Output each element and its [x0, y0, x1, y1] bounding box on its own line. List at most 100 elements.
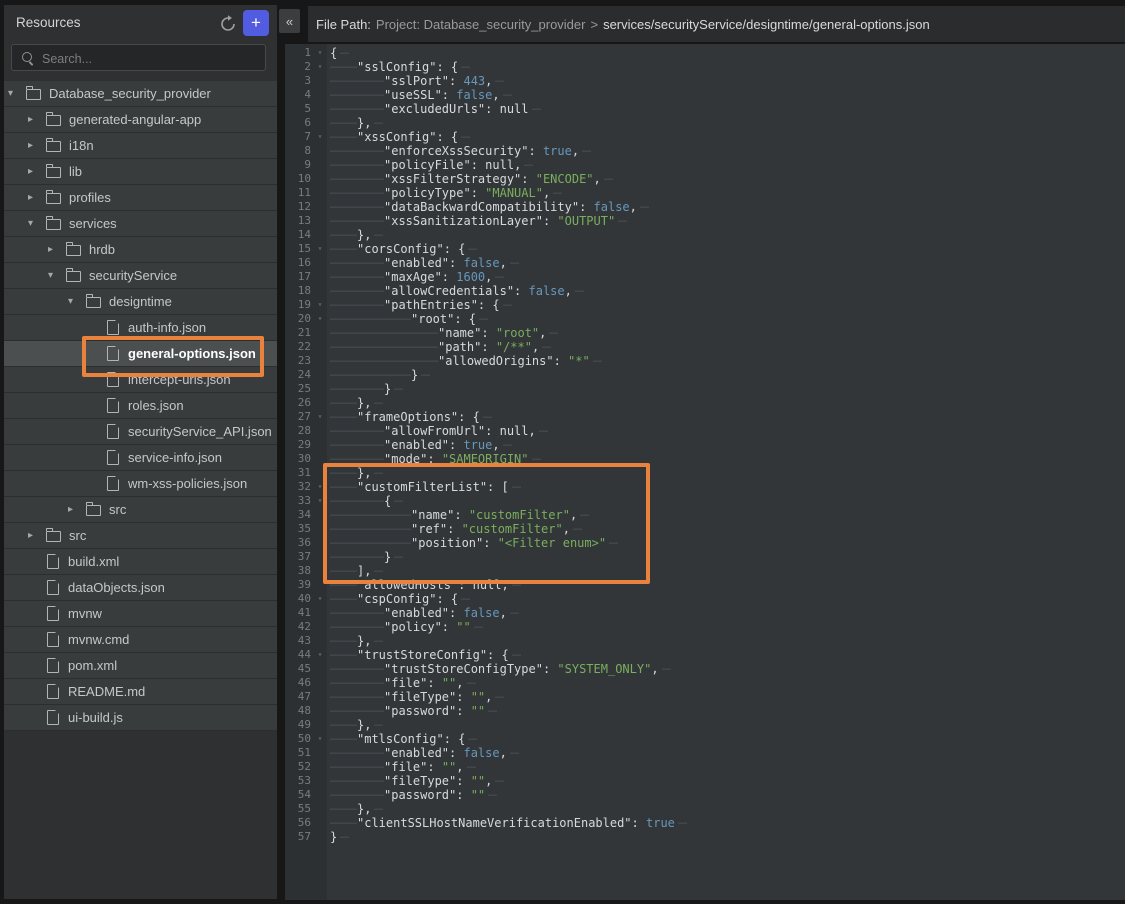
line-number: 26 [285, 396, 313, 410]
fold-spacer [313, 676, 327, 690]
file-icon [107, 346, 119, 361]
line-number: 7 [285, 130, 313, 144]
line-end-marker [340, 830, 349, 844]
fold-arrow-icon[interactable]: ▾ [313, 494, 327, 508]
tree-item-label: general-options.json [128, 346, 256, 361]
search-input[interactable] [40, 46, 262, 71]
code-line: 31}, [285, 466, 1125, 480]
fold-arrow-icon[interactable]: ▾ [313, 242, 327, 256]
code-line: 49}, [285, 718, 1125, 732]
tree-item-dataobjects-json[interactable]: dataObjects.json [4, 575, 277, 601]
line-end-marker [483, 410, 492, 424]
code-line: 25} [285, 382, 1125, 396]
chevron-right-icon[interactable]: ▸ [28, 166, 46, 177]
chevron-down-icon[interactable]: ▾ [8, 88, 26, 99]
fold-spacer [313, 452, 327, 466]
tree-item-label: roles.json [128, 398, 184, 413]
fold-arrow-icon[interactable]: ▾ [313, 592, 327, 606]
line-number: 20 [285, 312, 313, 326]
tree-item-roles-json[interactable]: roles.json [4, 393, 277, 419]
line-number: 33 [285, 494, 313, 508]
line-number: 16 [285, 256, 313, 270]
fold-arrow-icon[interactable]: ▾ [313, 130, 327, 144]
indent-guide [330, 480, 357, 494]
filepath-project: Project: Database_security_provider [376, 17, 586, 32]
chevron-right-icon[interactable]: ▸ [68, 504, 86, 515]
tree-item-i18n[interactable]: ▸ i18n [4, 133, 277, 159]
tree-item-auth-info-json[interactable]: auth-info.json [4, 315, 277, 341]
tree-item-lib[interactable]: ▸lib [4, 159, 277, 185]
line-end-marker [495, 690, 504, 704]
tree-item-securityservice-api-json[interactable]: securityService_API.json [4, 419, 277, 445]
tree-item-ui-build-js[interactable]: ui-build.js [4, 705, 277, 731]
tree-item-database-security-provider[interactable]: ▾Database_security_provider [4, 81, 277, 107]
chevron-right-icon[interactable]: ▸ [28, 192, 46, 203]
tree-item-designtime[interactable]: ▾ designtime [4, 289, 277, 315]
tree-item-intercept-urls-json[interactable]: intercept-urls.json [4, 367, 277, 393]
file-icon [107, 398, 119, 413]
line-number: 15 [285, 242, 313, 256]
indent-guide [330, 382, 384, 396]
tree-item-profiles[interactable]: ▸profiles [4, 185, 277, 211]
tree-item-generated-angular-app[interactable]: ▸generated-angular-app [4, 107, 277, 133]
fold-spacer [313, 690, 327, 704]
chevron-down-icon[interactable]: ▾ [28, 218, 46, 229]
code-line: 12"dataBackwardCompatibility": false, [285, 200, 1125, 214]
chevron-right-icon[interactable]: ▸ [28, 140, 46, 151]
chevron-down-icon[interactable]: ▾ [68, 296, 86, 307]
chevron-right-icon[interactable]: ▸ [48, 244, 66, 255]
code-line: 53"fileType": "", [285, 774, 1125, 788]
tree-item-hrdb[interactable]: ▸hrdb [4, 237, 277, 263]
fold-spacer [313, 116, 327, 130]
tree-item-services[interactable]: ▾services [4, 211, 277, 237]
add-button[interactable]: + [243, 10, 269, 36]
line-end-marker [573, 522, 582, 536]
indent-guide [330, 760, 384, 774]
folder-icon [46, 141, 61, 152]
fold-arrow-icon[interactable]: ▾ [313, 732, 327, 746]
indent-guide [330, 676, 384, 690]
indent-guide [330, 746, 384, 760]
chevron-down-icon[interactable]: ▾ [48, 270, 66, 281]
fold-arrow-icon[interactable]: ▾ [313, 298, 327, 312]
indent-guide [330, 186, 384, 200]
tree-item-securityservice[interactable]: ▾securityService [4, 263, 277, 289]
fold-arrow-icon[interactable]: ▾ [313, 60, 327, 74]
code-editor[interactable]: 1▾{2▾"sslConfig": {3"sslPort": 443,4"use… [285, 46, 1125, 844]
chevron-right-icon[interactable]: ▸ [28, 114, 46, 125]
folder-icon [66, 245, 81, 256]
fold-arrow-icon[interactable]: ▾ [313, 648, 327, 662]
fold-arrow-icon[interactable]: ▾ [313, 312, 327, 326]
indent-guide [330, 802, 357, 816]
tree-item-label: designtime [109, 294, 172, 309]
tree-item-readme-md[interactable]: README.md [4, 679, 277, 705]
fold-arrow-icon[interactable]: ▾ [313, 480, 327, 494]
refresh-button[interactable] [218, 14, 238, 34]
tree-item-wm-xss-policies-json[interactable]: wm-xss-policies.json [4, 471, 277, 497]
tree-item-build-xml[interactable]: build.xml [4, 549, 277, 575]
tree-item-src[interactable]: ▸src [4, 497, 277, 523]
fold-spacer [313, 802, 327, 816]
code-line: 28"allowFromUrl": null, [285, 424, 1125, 438]
fold-spacer [313, 144, 327, 158]
chevron-right-icon[interactable]: ▸ [28, 530, 46, 541]
collapse-panel-button[interactable]: « [279, 9, 300, 33]
tree-item-pom-xml[interactable]: pom.xml [4, 653, 277, 679]
line-end-marker [503, 438, 512, 452]
file-icon [47, 710, 59, 725]
fold-arrow-icon[interactable]: ▾ [313, 46, 327, 60]
line-number: 37 [285, 550, 313, 564]
tree-item-src[interactable]: ▸src [4, 523, 277, 549]
fold-arrow-icon[interactable]: ▾ [313, 410, 327, 424]
fold-spacer [313, 662, 327, 676]
line-end-marker [495, 270, 504, 284]
fold-spacer [313, 746, 327, 760]
line-end-marker [468, 242, 477, 256]
line-end-marker [468, 732, 477, 746]
tree-item-mvnw-cmd[interactable]: mvnw.cmd [4, 627, 277, 653]
tree-item-general-options-json[interactable]: general-options.json [4, 341, 277, 367]
tree-item-mvnw[interactable]: mvnw [4, 601, 277, 627]
indent-guide [330, 368, 411, 382]
tree-item-label: i18n [69, 138, 94, 153]
tree-item-service-info-json[interactable]: service-info.json [4, 445, 277, 471]
